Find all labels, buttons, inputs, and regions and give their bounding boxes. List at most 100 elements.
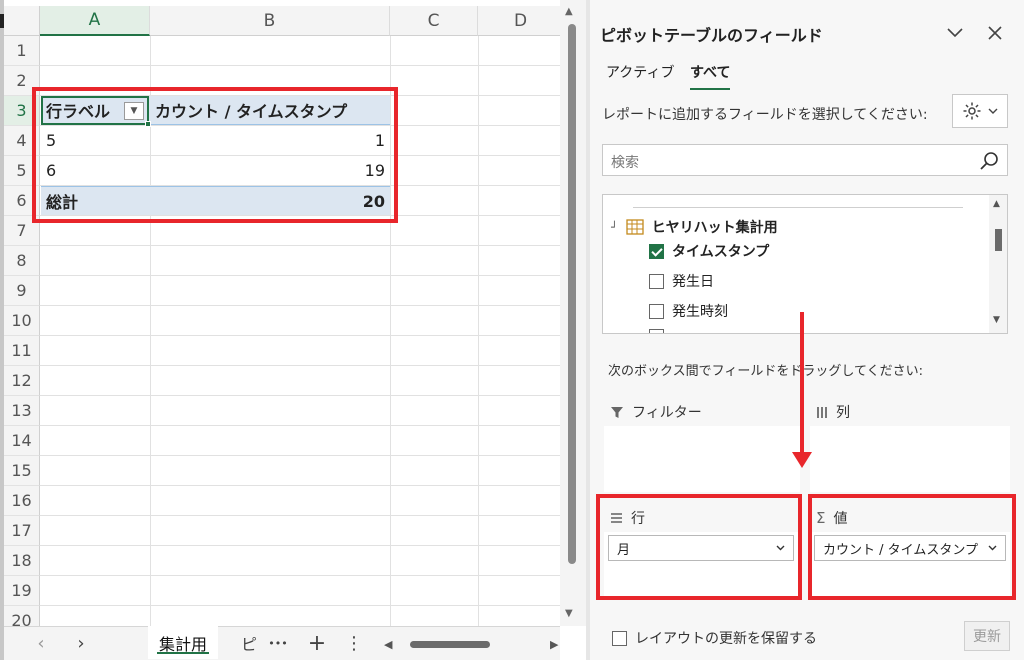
pivot-value-header[interactable]: カウント / タイムスタンプ — [150, 96, 390, 125]
row-header[interactable]: 2 — [4, 66, 40, 96]
defer-checkbox[interactable] — [612, 630, 627, 646]
pivot-row-value[interactable]: 19 — [150, 156, 390, 185]
scroll-down-icon[interactable]: ▼ — [993, 315, 1000, 325]
tab-all-fields[interactable]: すべて — [690, 62, 731, 90]
grid-line — [40, 245, 560, 246]
row-header[interactable]: 1 — [4, 36, 40, 66]
search-icon[interactable] — [979, 150, 1001, 172]
grid-line — [40, 215, 560, 216]
column-header-a[interactable]: A — [40, 6, 150, 36]
search-input[interactable]: 検索 — [611, 152, 639, 172]
pivot-grand-total-label[interactable]: 総計 — [41, 186, 150, 215]
row-header[interactable]: 5 — [4, 156, 40, 186]
field-list-scroll-thumb[interactable] — [995, 229, 1002, 251]
select-all-corner[interactable] — [4, 6, 40, 36]
defer-layout-option[interactable]: レイアウトの更新を保留する — [612, 628, 817, 648]
more-sheets-button[interactable]: ••• — [262, 627, 294, 659]
row-header[interactable]: 6 — [4, 186, 40, 216]
columns-drop-area[interactable] — [810, 426, 1010, 492]
row-header[interactable]: 17 — [4, 516, 40, 546]
pivot-row-label[interactable]: 6 — [41, 156, 150, 185]
row-header[interactable]: 7 — [4, 216, 40, 246]
table-icon — [625, 219, 644, 235]
sheet-tab-partial[interactable]: ピ — [234, 627, 264, 659]
row-header[interactable]: 16 — [4, 486, 40, 516]
close-icon — [988, 26, 1002, 40]
grid-line — [40, 455, 560, 456]
grid-line — [40, 605, 560, 606]
row-header[interactable]: 18 — [4, 546, 40, 576]
field-label: タイムスタンプ — [672, 244, 770, 260]
field-checkbox[interactable] — [649, 303, 664, 319]
arrow-down-icon — [792, 452, 812, 468]
grid-line — [40, 335, 560, 336]
choose-fields-hint: レポートに追加するフィールドを選択してください: — [602, 107, 928, 123]
pivot-grand-total-value[interactable]: 20 — [150, 186, 390, 215]
row-header[interactable]: 4 — [4, 126, 40, 156]
field-item-date[interactable]: 発生日 — [649, 271, 714, 291]
values-field-pill[interactable]: カウント / タイムスタンプ — [814, 535, 1006, 561]
grid-line — [40, 545, 560, 546]
row-header[interactable]: 14 — [4, 426, 40, 456]
close-pane-button[interactable] — [982, 20, 1008, 46]
vertical-scrollbar[interactable]: ▲ ▼ — [560, 0, 586, 626]
filter-area-label: フィルター — [610, 402, 702, 422]
row-header[interactable]: 15 — [4, 456, 40, 486]
vertical-scroll-thumb[interactable] — [568, 24, 576, 564]
scroll-down-icon[interactable]: ▼ — [565, 608, 573, 619]
columns-area-label: 列 — [816, 402, 850, 422]
pivot-field-pane: ピボットテーブルのフィールド アクティブ すべて レポートに追加するフィールドを… — [590, 0, 1024, 660]
field-item-time[interactable]: 発生時刻 — [649, 301, 728, 321]
field-item-partial[interactable] — [649, 329, 664, 333]
collapse-icon[interactable]: ┘ — [611, 221, 618, 234]
row-header[interactable]: 8 — [4, 246, 40, 276]
field-checkbox[interactable] — [649, 329, 664, 333]
field-list-scrollbar[interactable]: ▲ ▼ — [989, 195, 1007, 333]
row-header[interactable]: 12 — [4, 366, 40, 396]
rows-field-name: 月 — [617, 542, 631, 558]
grid-line — [40, 485, 560, 486]
pivot-row-value[interactable]: 1 — [150, 126, 390, 155]
row-header[interactable]: 20 — [4, 606, 40, 626]
pane-options-button[interactable] — [942, 20, 968, 46]
row-header[interactable]: 19 — [4, 576, 40, 606]
filter-drop-area[interactable] — [604, 426, 800, 492]
worksheet-grid[interactable]: A B C D 1 2 3 4 5 6 7 8 9 10 11 12 13 14 15 16 17 18 19 20 … — [4, 0, 560, 626]
update-button[interactable]: 更新 — [964, 621, 1010, 651]
values-field-name: カウント / タイムスタンプ — [823, 542, 978, 558]
add-sheet-button[interactable]: + — [302, 627, 332, 659]
row-header[interactable]: 13 — [4, 396, 40, 426]
filter-area-title: フィルター — [632, 405, 702, 421]
next-sheet-button[interactable]: › — [66, 627, 96, 659]
grid-line — [40, 425, 560, 426]
column-header-c[interactable]: C — [390, 6, 478, 36]
horizontal-scroll-thumb[interactable] — [410, 641, 490, 648]
chevron-down-icon[interactable] — [776, 545, 785, 551]
tab-active-fields[interactable]: アクティブ — [606, 62, 674, 82]
grid-line — [40, 515, 560, 516]
scroll-up-icon[interactable]: ▲ — [993, 199, 1000, 209]
scroll-up-icon[interactable]: ▲ — [565, 6, 573, 17]
field-search-box[interactable]: 検索 — [602, 144, 1008, 176]
row-header[interactable]: 11 — [4, 336, 40, 366]
row-header[interactable]: 3 — [4, 96, 40, 126]
scroll-right-icon[interactable]: ▶ — [550, 638, 558, 651]
sheet-options-button[interactable]: ⋮ — [342, 627, 366, 659]
prev-sheet-button[interactable]: ‹ — [26, 627, 56, 659]
field-list[interactable]: ┘ ヒヤリハット集計用 タイムスタンプ 発生日 発生時刻 ▲ ▼ — [602, 194, 1008, 334]
field-settings-button[interactable] — [952, 94, 1008, 128]
column-header-b[interactable]: B — [150, 6, 390, 36]
field-item-timestamp[interactable]: タイムスタンプ — [649, 241, 769, 261]
chevron-down-icon[interactable] — [988, 545, 997, 551]
table-node[interactable]: ┘ ヒヤリハット集計用 — [611, 217, 778, 237]
field-checkbox[interactable] — [649, 273, 664, 289]
column-header-d[interactable]: D — [478, 6, 560, 36]
pivot-row-label[interactable]: 5 — [41, 126, 150, 155]
field-checkbox[interactable] — [649, 243, 664, 259]
scroll-left-icon[interactable]: ◀ — [384, 638, 392, 651]
row-header[interactable]: 9 — [4, 276, 40, 306]
row-header[interactable]: 10 — [4, 306, 40, 336]
horizontal-scrollbar[interactable]: ◀ ▶ — [380, 636, 562, 652]
rows-field-pill[interactable]: 月 — [608, 535, 794, 561]
sheet-tab-active[interactable]: 集計用 — [148, 626, 218, 659]
